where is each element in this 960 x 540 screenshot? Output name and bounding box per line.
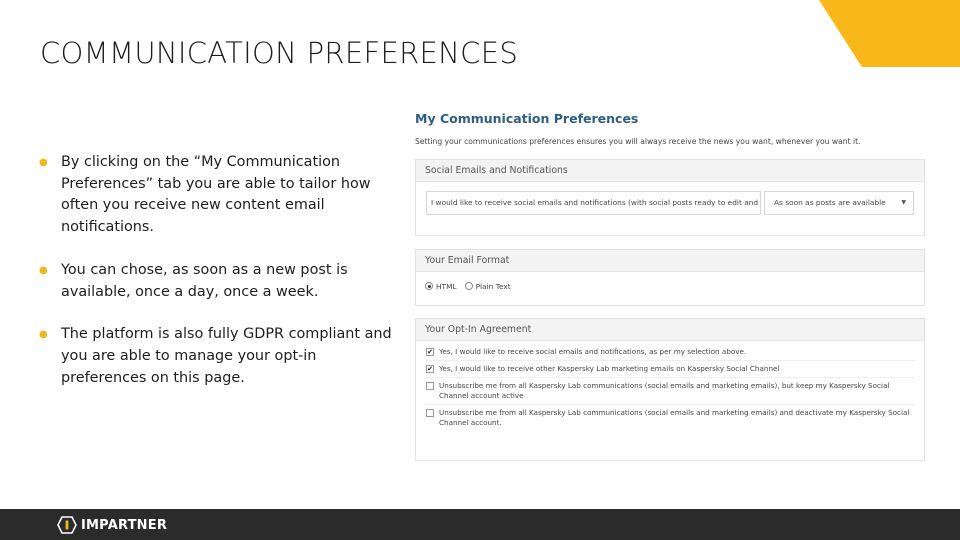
optin-checkbox-1[interactable]: ✔: [426, 348, 434, 356]
bullet-item: ● The platform is also fully GDPR compli…: [38, 324, 400, 389]
radio-plain-text[interactable]: [464, 282, 473, 290]
section-header-social: Social Emails and Notifications: [416, 160, 924, 182]
optin-item: ✔ Yes, I would like to receive social em…: [425, 344, 915, 361]
bullet-dot-icon: ●: [39, 264, 48, 276]
social-pref-row: I would like to receive social emails an…: [426, 191, 914, 215]
chevron-down-icon: ▼: [901, 199, 906, 206]
logo-text: IMPARTNER: [81, 517, 168, 533]
bullet-text: You can chose, as soon as a new post is …: [61, 261, 348, 300]
optin-text-3: Unsubscribe me from all Kaspersky Lab co…: [439, 381, 890, 400]
bullet-item: ● You can chose, as soon as a new post i…: [38, 260, 400, 303]
bullet-item: ● By clicking on the “My Communication P…: [38, 152, 400, 239]
optin-checkbox-2[interactable]: ✔: [426, 365, 434, 373]
email-format-section: Your Email Format HTML Plain Text: [415, 249, 925, 306]
optin-text-1: Yes, I would like to receive social emai…: [439, 347, 747, 356]
bullet-text: By clicking on the “My Communication Pre…: [61, 154, 371, 236]
bullet-text: The platform is also fully GDPR complian…: [61, 326, 392, 386]
optin-text-2: Yes, I would like to receive other Kaspe…: [439, 364, 780, 373]
optin-section: Your Opt-In Agreement ✔ Yes, I would lik…: [415, 318, 925, 461]
optin-checkbox-3[interactable]: [426, 382, 434, 390]
bullet-list: ● By clicking on the “My Communication P…: [38, 152, 400, 410]
panel-intro: Setting your communications preferences …: [415, 137, 861, 146]
format-radio-group: HTML Plain Text: [425, 277, 915, 295]
bullet-dot-icon: ●: [39, 157, 48, 168]
panel-title: My Communication Preferences: [415, 111, 639, 126]
radio-plain-text-label: Plain Text: [475, 281, 511, 291]
slide-title: COMMUNICATION PREFERENCES: [40, 36, 519, 70]
optin-item: Unsubscribe me from all Kaspersky Lab co…: [425, 405, 915, 431]
bullet-dot-icon: ●: [39, 329, 48, 341]
section-header-format: Your Email Format: [416, 250, 924, 272]
optin-item: Unsubscribe me from all Kaspersky Lab co…: [425, 378, 915, 405]
frequency-select-value: As soon as posts are available: [774, 198, 886, 207]
radio-html[interactable]: [425, 282, 433, 290]
optin-item: ✔ Yes, I would like to receive other Kas…: [425, 361, 915, 378]
optin-text-4: Unsubscribe me from all Kaspersky Lab co…: [439, 408, 910, 427]
preferences-screenshot: My Communication Preferences Setting you…: [415, 108, 925, 466]
optin-checkbox-4[interactable]: [426, 409, 434, 417]
social-pref-text: I would like to receive social emails an…: [426, 191, 761, 215]
social-emails-section: Social Emails and Notifications I would …: [415, 159, 925, 236]
impartner-logo-icon: [57, 516, 77, 534]
frequency-select[interactable]: As soon as posts are available ▼: [764, 191, 914, 215]
section-header-optin: Your Opt-In Agreement: [416, 319, 924, 341]
impartner-logo: IMPARTNER: [57, 516, 167, 534]
footer-bar: IMPARTNER: [0, 509, 960, 540]
radio-html-label: HTML: [436, 281, 457, 291]
